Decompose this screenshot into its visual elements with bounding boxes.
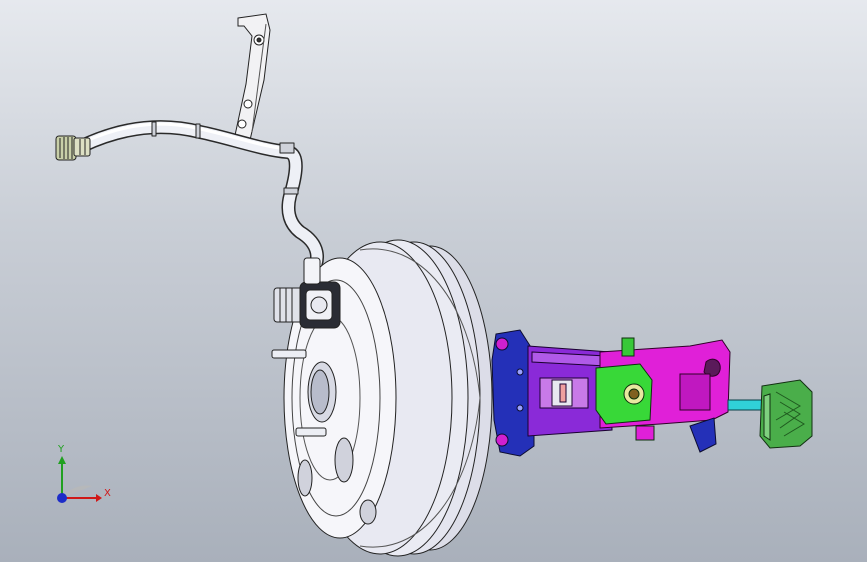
y-axis-label: Y (57, 444, 65, 455)
mounting-bracket[interactable] (233, 13, 271, 141)
pedal-rod[interactable] (727, 399, 767, 411)
graphics-viewport[interactable]: X Y (0, 0, 867, 562)
pedal-stop (689, 417, 717, 453)
z-axis-dot (57, 493, 67, 503)
hose-end-fitting[interactable] (55, 135, 91, 161)
pedal-pad[interactable] (759, 379, 813, 449)
x-axis-label: X (104, 488, 111, 499)
axis-triad: X Y (57, 444, 111, 503)
cad-model[interactable]: X Y (0, 0, 867, 562)
vacuum-hose[interactable] (75, 120, 324, 279)
